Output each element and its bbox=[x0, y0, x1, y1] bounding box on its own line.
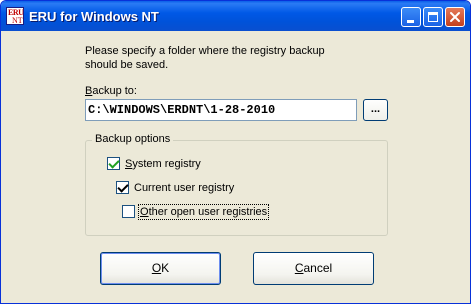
app-icon-text-bottom: NT bbox=[12, 16, 23, 25]
backup-path-input[interactable]: C:\WINDOWS\ERDNT\1-28-2010 bbox=[85, 99, 357, 121]
system-registry-label-rest: ystem registry bbox=[132, 157, 201, 170]
maximize-button[interactable] bbox=[423, 7, 443, 27]
minimize-icon bbox=[407, 20, 414, 23]
close-icon bbox=[450, 12, 460, 22]
current-user-registry-label: Current user registry bbox=[134, 181, 235, 194]
backup-label-rest: ackup to: bbox=[92, 85, 137, 97]
system-registry-checkbox[interactable] bbox=[107, 157, 120, 170]
other-user-registries-mnemonic: O bbox=[140, 205, 149, 218]
browse-button[interactable]: ... bbox=[363, 99, 388, 121]
maximize-icon bbox=[428, 12, 438, 22]
ok-button[interactable]: OK bbox=[100, 252, 221, 285]
eru-dialog-window: ERU NT ERU for Windows NT Please specify… bbox=[0, 0, 471, 304]
option-other-user-registries[interactable]: Other open user registries bbox=[122, 203, 270, 220]
other-user-registries-label: Other open user registries bbox=[137, 203, 270, 220]
instruction-text: Please specify a folder where the regist… bbox=[85, 44, 385, 72]
close-button[interactable] bbox=[445, 7, 465, 27]
cancel-button[interactable]: Cancel bbox=[253, 252, 374, 285]
cancel-label-rest: ancel bbox=[303, 261, 333, 275]
option-current-user-registry[interactable]: Current user registry bbox=[116, 181, 234, 194]
backup-options-title: Backup options bbox=[92, 133, 174, 145]
ok-label-rest: K bbox=[161, 261, 170, 275]
system-registry-label: System registry bbox=[125, 158, 201, 170]
app-icon: ERU NT bbox=[6, 7, 24, 25]
current-user-registry-checkbox[interactable] bbox=[116, 181, 129, 194]
backup-to-label: Backup to: bbox=[85, 85, 137, 97]
other-user-registries-checkbox[interactable] bbox=[122, 205, 135, 218]
instruction-line-2: should be saved. bbox=[85, 59, 169, 71]
ok-mnemonic: O bbox=[151, 261, 162, 275]
other-user-registries-label-rest: ther open user registries bbox=[148, 205, 268, 218]
instruction-line-1: Please specify a folder where the regist… bbox=[85, 45, 325, 57]
minimize-button[interactable] bbox=[401, 7, 421, 27]
title-bar[interactable]: ERU NT ERU for Windows NT bbox=[1, 1, 470, 31]
option-system-registry[interactable]: System registry bbox=[107, 157, 201, 170]
window-title: ERU for Windows NT bbox=[29, 9, 159, 24]
